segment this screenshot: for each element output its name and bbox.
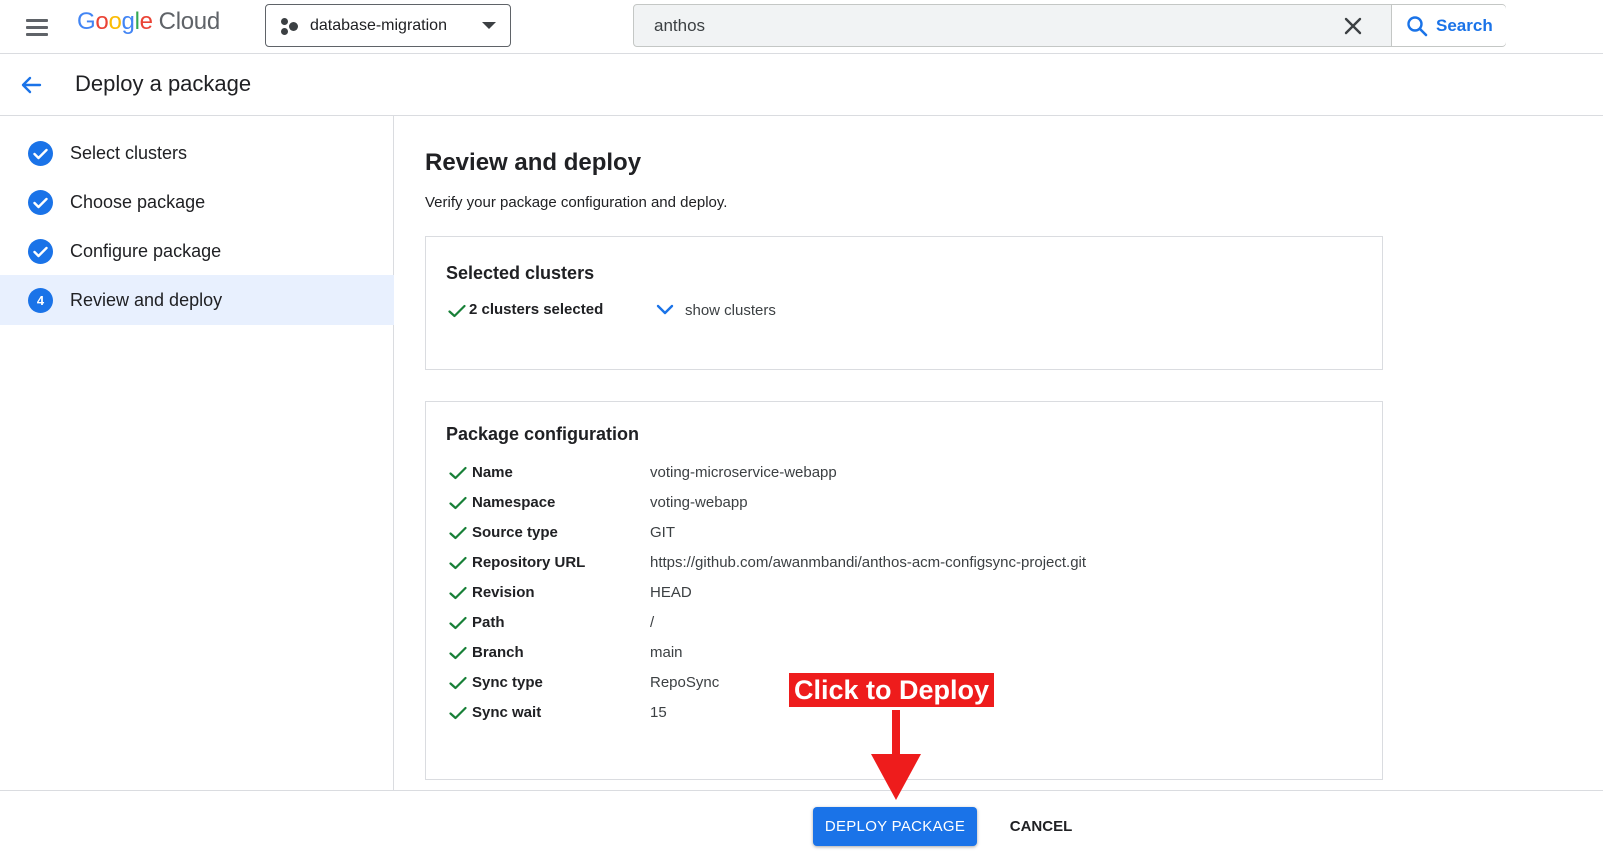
deploy-package-button[interactable]: DEPLOY PACKAGE [813, 807, 977, 846]
step-choose-package[interactable]: Choose package [0, 177, 394, 227]
check-circle-icon [28, 190, 53, 215]
config-value: voting-microservice-webapp [650, 464, 837, 481]
config-value: RepoSync [650, 674, 720, 691]
cancel-button[interactable]: CANCEL [998, 807, 1084, 846]
config-value: / [650, 614, 655, 631]
config-value: GIT [650, 524, 675, 541]
back-arrow-icon[interactable] [16, 70, 46, 100]
check-icon [449, 466, 467, 480]
config-key: Sync type [472, 674, 543, 691]
step-label: Choose package [70, 192, 206, 212]
search-bar: Search [633, 4, 1506, 47]
check-icon [449, 646, 467, 660]
project-name: database-migration [310, 16, 447, 34]
project-picker[interactable]: database-migration [265, 4, 511, 47]
config-value: HEAD [650, 584, 692, 601]
card-title: Selected clusters [446, 263, 595, 283]
config-value: main [650, 644, 683, 661]
config-value: 15 [650, 704, 667, 721]
config-row-branch: Branch main [446, 642, 1346, 664]
step-label: Review and deploy [70, 290, 223, 310]
config-value: voting-webapp [650, 494, 748, 511]
search-button[interactable]: Search [1391, 5, 1506, 46]
stepper: Select clusters Choose package Configure… [0, 116, 394, 791]
arrow-down-icon [871, 710, 921, 800]
check-circle-icon [28, 239, 53, 264]
check-icon [449, 586, 467, 600]
config-key: Name [472, 464, 513, 481]
config-row-repository-url: Repository URL https://github.com/awanmb… [446, 552, 1346, 574]
clusters-count: 2 clusters selected [469, 301, 604, 318]
config-key: Sync wait [472, 704, 542, 721]
step-review-and-deploy[interactable]: 4 Review and deploy [0, 275, 394, 325]
config-key: Repository URL [472, 554, 586, 571]
close-icon[interactable] [1340, 13, 1366, 39]
annotation-label: Click to Deploy [789, 673, 995, 707]
action-footer: DEPLOY PACKAGE CANCEL [0, 790, 1603, 853]
config-value: https://github.com/awanmbandi/anthos-acm… [650, 554, 1087, 571]
check-icon [448, 304, 466, 318]
section-subtitle: Verify your package configuration and de… [425, 194, 728, 211]
config-row-name: Name voting-microservice-webapp [446, 462, 1346, 484]
check-icon [449, 616, 467, 630]
section-title: Review and deploy [425, 149, 642, 176]
check-icon [449, 556, 467, 570]
search-button-label: Search [1436, 15, 1493, 35]
step-configure-package[interactable]: Configure package [0, 226, 394, 276]
project-icon [280, 16, 300, 36]
config-row-source-type: Source type GIT [446, 522, 1346, 544]
check-icon [449, 526, 467, 540]
card-title: Package configuration [446, 424, 640, 444]
config-key: Source type [472, 524, 558, 541]
top-bar: GoogleCloud database-migration Search [0, 0, 1603, 54]
check-icon [449, 676, 467, 690]
step-number-badge: 4 [28, 288, 53, 313]
search-input[interactable] [634, 5, 1334, 46]
config-key: Branch [472, 644, 524, 661]
config-row-revision: Revision HEAD [446, 582, 1346, 604]
expand-more-icon [656, 304, 674, 315]
show-clusters-toggle[interactable]: show clusters [655, 297, 776, 323]
config-row-path: Path / [446, 612, 1346, 634]
check-icon [449, 706, 467, 720]
step-label: Configure package [70, 241, 222, 261]
show-clusters-label: show clusters [685, 301, 776, 319]
check-circle-icon [28, 141, 53, 166]
config-key: Namespace [472, 494, 556, 511]
config-key: Path [472, 614, 505, 631]
chevron-down-icon [482, 22, 496, 29]
check-icon [449, 496, 467, 510]
page-header: Deploy a package [0, 54, 1603, 116]
config-row-namespace: Namespace voting-webapp [446, 492, 1346, 514]
google-cloud-logo[interactable]: Google Cloud [77, 8, 220, 36]
config-key: Revision [472, 584, 535, 601]
search-icon [1407, 15, 1428, 36]
step-label: Select clusters [70, 143, 188, 163]
page-title: Deploy a package [75, 71, 252, 96]
menu-icon[interactable] [22, 12, 52, 42]
selected-clusters-card: Selected clusters 2 clusters selected sh… [425, 236, 1383, 370]
step-select-clusters[interactable]: Select clusters [0, 128, 394, 178]
